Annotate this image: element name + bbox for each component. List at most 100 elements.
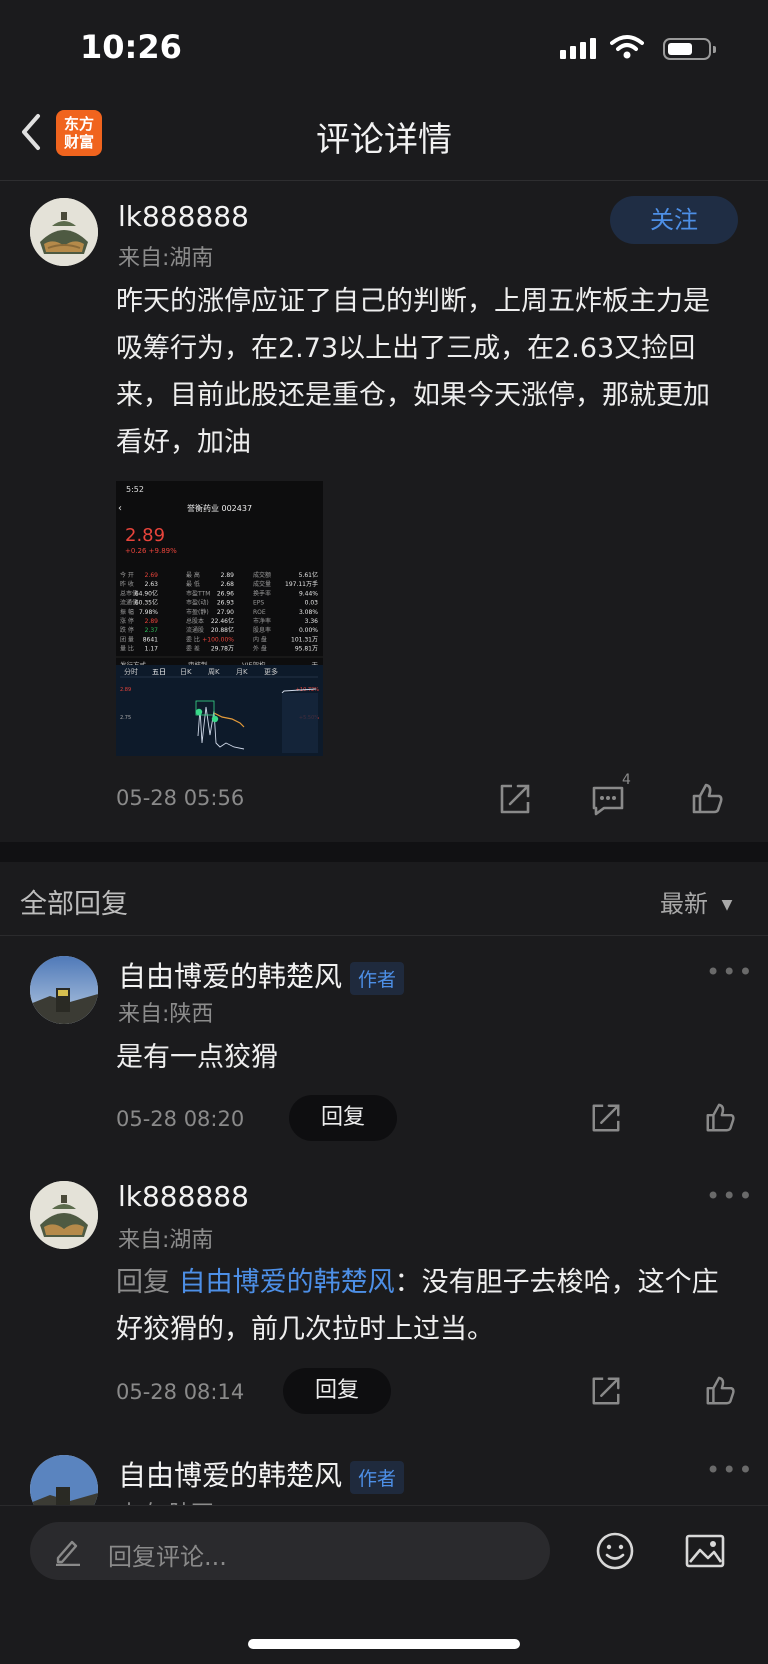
- reply-button[interactable]: 回复: [283, 1368, 391, 1414]
- post-author-avatar[interactable]: [30, 198, 98, 266]
- svg-text:2.75: 2.75: [120, 715, 131, 721]
- more-options-icon[interactable]: •••: [706, 1456, 754, 1484]
- thumb-quote-cell: 26.96: [217, 590, 234, 597]
- thumb-quote-cell: 0.00%: [299, 627, 318, 634]
- thumb-quote-cell: 9.44%: [299, 590, 318, 597]
- sort-label: 最新: [660, 890, 708, 918]
- reply-text: 回复 自由博爱的韩楚风：没有胆子去梭哈，这个庄好狡猾的，前几次拉时上过当。: [116, 1259, 736, 1353]
- thumb-quote-cell: 3.08%: [299, 609, 318, 616]
- thumb-quote-cell: 95.81万: [295, 646, 318, 653]
- thumb-quote-cell: 跌 停: [120, 626, 134, 634]
- status-time: 10:26: [80, 28, 182, 66]
- post-timestamp: 05-28 05:56: [116, 786, 245, 810]
- sort-dropdown[interactable]: 最新 ▼: [660, 884, 732, 919]
- thumb-quote-cell: 7.98%: [139, 609, 158, 616]
- thumb-chart-tab: 更多: [264, 667, 278, 676]
- home-indicator: [248, 1639, 520, 1649]
- post-author-name[interactable]: lk888888: [118, 200, 249, 233]
- thumb-quote-cell: 内 盘: [253, 635, 267, 643]
- thumb-quote-cell: 101.31万: [291, 636, 318, 643]
- thumb-quote-cell: 市盈(静): [186, 608, 209, 616]
- share-icon[interactable]: [590, 1375, 622, 1407]
- thumb-quote-cell: 外 盘: [253, 645, 267, 653]
- thumb-quote-cell: 市盈TTM: [186, 589, 210, 597]
- thumb-chart-tab: 五日: [152, 668, 166, 676]
- thumb-quote-cell: 60.35亿: [135, 599, 158, 607]
- more-options-icon[interactable]: •••: [706, 958, 754, 986]
- thumb-quote-cell: 委 比: [186, 635, 200, 643]
- comment-count: 4: [622, 772, 631, 788]
- thumb-quote-cell: 22.46亿: [211, 617, 234, 625]
- thumb-quote-cell: 最 高: [186, 571, 200, 579]
- thumb-quote-cell: 量 比: [120, 645, 134, 653]
- reply-avatar[interactable]: [30, 1181, 98, 1249]
- page-title: 评论详情: [316, 120, 452, 160]
- reply-location: 来自:陕西: [118, 1002, 214, 1027]
- thumb-quote-cell: 8641: [143, 636, 158, 643]
- thumb-quote-cell: 成交额: [253, 571, 271, 579]
- thumb-quote-cell: 总股本: [186, 617, 204, 625]
- follow-button[interactable]: 关注: [610, 196, 738, 244]
- thumb-quote-cell: 今 开: [120, 571, 134, 579]
- thumb-quote-cell: 64.90亿: [135, 589, 158, 597]
- thumb-quote-cell: 流通股: [186, 626, 204, 634]
- replies-header-divider: [0, 935, 768, 936]
- thumb-quote-cell: 197.11万手: [285, 580, 318, 588]
- reply-input-placeholder: 回复评论...: [108, 1543, 227, 1571]
- thumb-quote-cell: ROE: [253, 609, 266, 616]
- thumb-quote-cell: 最 低: [186, 580, 200, 588]
- post-author-location: 来自:湖南: [118, 246, 214, 271]
- emoji-icon[interactable]: [595, 1531, 635, 1571]
- reply-author-name[interactable]: 自由博爱的韩楚风 作者: [118, 1454, 405, 1494]
- reply-author-name[interactable]: 自由博爱的韩楚风 作者: [118, 955, 405, 995]
- thumb-quote-cell: EPS: [253, 600, 264, 607]
- reply-text: 是有一点狡猾: [116, 1042, 278, 1073]
- post-image-stock-screenshot[interactable]: 5:52 ‹ 誉衡药业 002437 2.89 +0.26 +9.89% 今 开…: [116, 481, 323, 756]
- author-badge: 作者: [350, 1460, 405, 1494]
- reply-author-name[interactable]: lk888888: [118, 1180, 249, 1213]
- like-icon[interactable]: [704, 1102, 736, 1134]
- reply-button[interactable]: 回复: [289, 1095, 397, 1141]
- thumb-chart-tab: 日K: [180, 668, 192, 676]
- thumb-quote-cell: 换手率: [253, 589, 271, 597]
- thumb-quote-cell: 2.37: [145, 627, 159, 634]
- thumb-chart-tab: 月K: [236, 668, 248, 676]
- comment-icon[interactable]: [590, 784, 626, 816]
- post-text: 昨天的涨停应证了自己的判断，上周五炸板主力是吸筹行为，在2.73以上出了三成，在…: [116, 286, 710, 458]
- author-badge: 作者: [350, 961, 405, 995]
- reply-avatar[interactable]: [30, 956, 98, 1024]
- reply-prefix: 回复: [116, 1267, 170, 1298]
- reply-to-user-link[interactable]: 自由博爱的韩楚风: [179, 1267, 395, 1298]
- header-divider: [0, 180, 768, 181]
- thumb-chart-tab: 分时: [124, 667, 138, 676]
- caret-down-icon: ▼: [721, 897, 733, 913]
- thumb-chart-tab: 周K: [208, 668, 220, 676]
- thumb-quote-cell: 2.63: [145, 581, 159, 588]
- cellular-signal-icon: [560, 38, 596, 59]
- thumb-quote-cell: 5.61亿: [299, 571, 318, 579]
- thumb-quote-cell: 20.88亿: [211, 626, 234, 634]
- section-divider: [0, 842, 768, 862]
- reply-timestamp: 05-28 08:20: [116, 1107, 245, 1131]
- thumb-quote-cell: 3.36: [305, 618, 319, 625]
- reply-timestamp: 05-28 08:14: [116, 1380, 245, 1404]
- thumb-quote-cell: 委 差: [186, 645, 200, 653]
- like-icon[interactable]: [690, 782, 724, 816]
- thumb-quote-cell: 2.89: [145, 618, 159, 625]
- thumb-quote-table: 今 开 2.69 最 高 2.89 成交额 5.61亿昨 收 2.63 最 低 2.68 成交量 1…: [116, 571, 323, 756]
- share-icon[interactable]: [590, 1102, 622, 1134]
- thumb-quote-cell: 2.68: [221, 581, 235, 588]
- thumb-quote-cell: 市净率: [253, 617, 271, 625]
- thumb-quote-cell: 29.78万: [211, 646, 234, 653]
- battery-icon: [663, 38, 716, 60]
- thumb-quote-cell: +100.00%: [202, 636, 234, 643]
- replies-section-title: 全部回复: [20, 889, 128, 920]
- more-options-icon[interactable]: •••: [706, 1182, 754, 1210]
- thumb-quote-cell: 团 量: [120, 636, 134, 643]
- share-icon[interactable]: [498, 782, 532, 816]
- like-icon[interactable]: [704, 1375, 736, 1407]
- thumb-quote-cell: 27.90: [217, 609, 234, 616]
- image-icon[interactable]: [684, 1533, 726, 1569]
- reply-location: 来自:湖南: [118, 1228, 214, 1253]
- svg-text:2.89: 2.89: [120, 687, 131, 693]
